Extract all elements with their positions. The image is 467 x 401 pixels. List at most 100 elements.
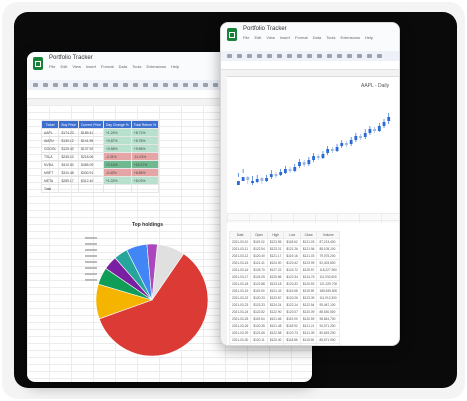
table-cell[interactable]: $130.12 — [58, 136, 79, 145]
table-cell[interactable]: $120.33 — [250, 294, 268, 302]
table-cell[interactable]: +8.78% — [130, 136, 160, 145]
table-cell[interactable]: $127.22 — [266, 266, 285, 274]
table-cell[interactable]: 2021-03-12 — [228, 252, 252, 260]
table-cell[interactable]: $118.86 — [283, 336, 301, 344]
table-row[interactable]: 2021-03-24 $122.82 $122.90 $120.07 $120.09 88… — [228, 308, 341, 316]
toolbar-button[interactable] — [93, 83, 98, 87]
table-cell[interactable]: 87,213,400 — [316, 238, 341, 246]
toolbar-button[interactable] — [103, 83, 108, 87]
toolbar-button[interactable] — [43, 83, 48, 87]
table-cell[interactable]: 95,467,100 — [316, 301, 341, 309]
table-cell[interactable]: 79,075,200 — [316, 252, 341, 260]
table-row[interactable]: META $289.17 $312.40 +1.02% +8.03% — [40, 176, 160, 185]
table-row[interactable]: NVDA $410.50 $485.09 +2.14% +18.17% — [40, 160, 160, 169]
table-row[interactable]: 2021-03-31$121.65$123.52$121.15$122.1511… — [228, 343, 341, 345]
toolbar-button[interactable] — [327, 54, 332, 58]
table-cell[interactable]: $122.15 — [299, 343, 318, 345]
table-cell[interactable]: $123.39 — [299, 294, 318, 302]
table-cell[interactable]: $124.00 — [266, 259, 285, 267]
table-cell[interactable]: $121.65 — [250, 329, 268, 337]
table-cell[interactable]: 94,071,200 — [316, 322, 341, 330]
table-cell[interactable]: $120.53 — [299, 280, 318, 288]
toolbar-button[interactable] — [307, 54, 312, 58]
table-cell[interactable]: $123.52 — [266, 343, 285, 345]
table-row[interactable]: Total — [40, 184, 160, 193]
table-cell[interactable]: $122.88 — [250, 280, 268, 288]
table-cell[interactable]: +0.87% — [102, 136, 132, 145]
table-cell[interactable]: $121.43 — [266, 287, 285, 295]
table-cell[interactable]: $120.35 — [250, 322, 268, 330]
toolbar-button[interactable] — [193, 83, 198, 87]
toolbar-button[interactable] — [203, 83, 208, 87]
table-cell[interactable]: 88,530,500 — [316, 308, 341, 316]
table-cell[interactable]: 2021-03-25 — [228, 315, 252, 323]
table-cell[interactable]: $121.65 — [250, 343, 268, 345]
table-cell[interactable]: $121.96 — [299, 245, 318, 253]
table-cell[interactable]: $120.26 — [283, 294, 301, 302]
table-cell[interactable]: 2021-03-17 — [228, 273, 252, 281]
table-cell[interactable]: $122.14 — [283, 301, 301, 309]
table-cell[interactable]: +8.03% — [130, 176, 160, 185]
table-cell[interactable]: 2021-03-15 — [228, 259, 252, 267]
table-cell[interactable]: $125.86 — [266, 273, 285, 281]
menu-item-tools[interactable]: Tools — [132, 64, 141, 69]
table-cell[interactable]: $121.21 — [299, 322, 318, 330]
table-cell[interactable]: +0.55% — [102, 144, 132, 153]
table-cell[interactable]: 111,932,600 — [316, 273, 341, 281]
menu-item-extensions[interactable]: Extensions — [146, 64, 166, 69]
table-cell[interactable]: 118,323,800 — [316, 343, 341, 345]
table-cell[interactable]: $122.54 — [299, 301, 318, 309]
toolbar-button[interactable] — [367, 54, 372, 58]
table-cell[interactable]: $124.72 — [283, 266, 301, 274]
table-cell[interactable]: $122.34 — [283, 273, 301, 281]
toolbar-button[interactable] — [247, 54, 252, 58]
table-cell[interactable]: AMZN — [40, 136, 60, 145]
formula-bar[interactable] — [221, 61, 399, 70]
table-cell[interactable]: $218.06 — [77, 152, 104, 161]
toolbar-button[interactable] — [357, 54, 362, 58]
menu-item-help[interactable]: Help — [171, 64, 179, 69]
table-cell[interactable]: $121.03 — [299, 238, 318, 246]
toolbar-button[interactable] — [63, 83, 68, 87]
toolbar-button[interactable] — [347, 54, 352, 58]
menu-item-data[interactable]: Data — [119, 64, 127, 69]
menu-item-help[interactable]: Help — [365, 35, 373, 40]
toolbar-button[interactable] — [33, 83, 38, 87]
table-cell[interactable]: $289.17 — [58, 176, 79, 185]
table-cell[interactable]: $123.87 — [266, 294, 285, 302]
table-cell[interactable]: 185,549,500 — [316, 287, 341, 295]
table-cell[interactable]: $120.40 — [266, 336, 285, 344]
table-cell[interactable]: $119.02 — [250, 238, 268, 246]
table-cell[interactable]: $118.92 — [283, 322, 301, 330]
table-cell[interactable]: $120.40 — [250, 252, 268, 260]
table-cell[interactable]: 92,403,800 — [316, 259, 341, 267]
table-cell[interactable]: 2021-03-19 — [228, 287, 252, 295]
table-cell[interactable]: $121.03 — [299, 252, 318, 260]
table-cell[interactable]: $121.48 — [266, 322, 285, 330]
table-cell[interactable]: $118.62 — [283, 238, 301, 246]
menu-item-insert[interactable]: Insert — [280, 35, 290, 40]
table-cell[interactable]: 2021-03-30 — [228, 336, 252, 344]
table-cell[interactable]: $120.32 — [283, 280, 301, 288]
table-cell[interactable]: 80,819,200 — [316, 329, 341, 337]
toolbar-button[interactable] — [53, 83, 58, 87]
table-cell[interactable]: $120.73 — [283, 329, 301, 337]
toolbar-button[interactable] — [73, 83, 78, 87]
table-row[interactable]: 2021-03-10 $119.02 $123.55 $118.62 $121.03 87… — [228, 238, 341, 246]
table-cell[interactable]: 2021-03-16 — [228, 266, 252, 274]
table-cell[interactable]: $124.05 — [250, 273, 268, 281]
table-cell[interactable]: $122.90 — [266, 308, 285, 316]
menu-item-view[interactable]: View — [266, 35, 275, 40]
table-cell[interactable]: $121.66 — [266, 315, 285, 323]
table-cell[interactable]: -2.31% — [102, 152, 132, 161]
table-cell[interactable] — [77, 184, 104, 193]
menu-item-edit[interactable]: Edit — [60, 64, 67, 69]
menu-item-format[interactable]: Format — [295, 35, 308, 40]
toolbar-button[interactable] — [123, 83, 128, 87]
table-cell[interactable]: $410.50 — [58, 160, 79, 169]
table-cell[interactable]: 98,844,700 — [316, 315, 341, 323]
table-cell[interactable]: 2021-03-11 — [228, 245, 252, 253]
table-cell[interactable]: $122.58 — [266, 329, 285, 337]
table-cell[interactable]: $119.54 — [250, 315, 268, 323]
table-cell[interactable] — [102, 184, 132, 193]
